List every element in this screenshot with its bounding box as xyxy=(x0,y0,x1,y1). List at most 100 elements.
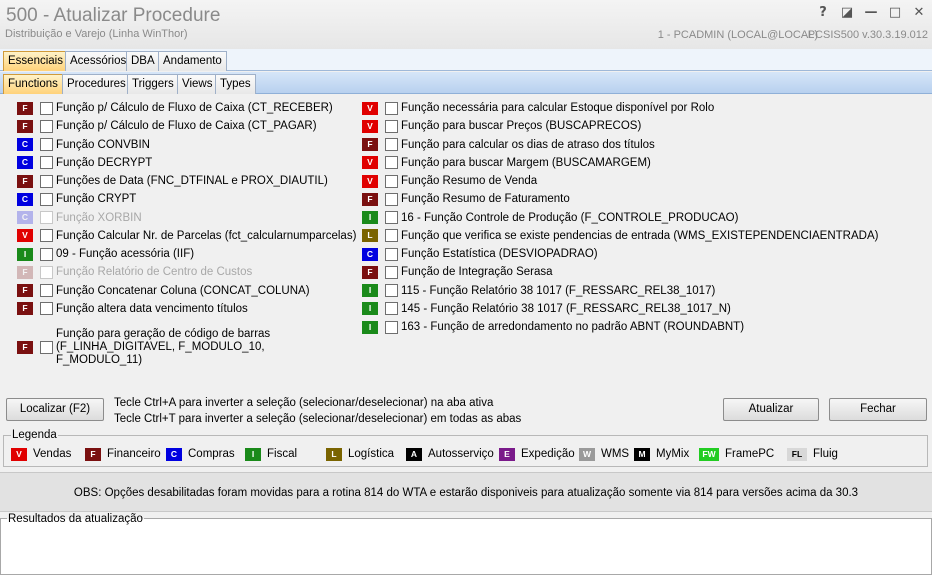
category-badge-icon: F xyxy=(17,119,33,133)
legend-badge-icon: V xyxy=(11,447,27,461)
function-item[interactable]: V Função para buscar Margem (BUSCAMARGEM) xyxy=(362,155,651,171)
function-checkbox[interactable] xyxy=(385,119,398,133)
function-item[interactable]: I 16 - Função Controle de Produção (F_CON… xyxy=(362,210,738,226)
legend-label: FramePC xyxy=(725,448,775,460)
category-badge-icon: V xyxy=(362,174,378,188)
tab-andamento[interactable]: Andamento xyxy=(158,51,227,71)
function-item[interactable]: V Função Resumo de Venda xyxy=(362,173,537,189)
window-title: 500 - Atualizar Procedure xyxy=(6,5,221,26)
tab-types[interactable]: Types xyxy=(215,74,256,94)
function-item[interactable]: F Função para geração de código de barras… xyxy=(17,325,270,369)
function-checkbox[interactable] xyxy=(40,229,53,243)
tab-procedures[interactable]: Procedures xyxy=(62,74,131,94)
function-checkbox[interactable] xyxy=(385,320,398,334)
legend-badge-icon: W xyxy=(579,447,595,461)
function-item[interactable]: I 09 - Função acessória (IIF) xyxy=(17,246,194,262)
tab-acessorios[interactable]: Acessórios xyxy=(65,51,132,71)
function-checkbox[interactable] xyxy=(385,265,398,279)
function-checkbox[interactable] xyxy=(385,284,398,297)
function-checkbox[interactable] xyxy=(40,247,53,261)
restore-icon[interactable]: ◪ xyxy=(838,4,856,22)
function-item[interactable]: F Função p/ Cálculo de Fluxo de Caixa (CT… xyxy=(17,100,333,116)
tab-triggers[interactable]: Triggers xyxy=(127,74,179,94)
function-item[interactable]: F Função altera data vencimento títulos xyxy=(17,301,248,317)
tab-functions[interactable]: Functions xyxy=(3,74,63,94)
localizar-button[interactable]: Localizar (F2) xyxy=(6,398,104,421)
legend-badge-icon: FW xyxy=(699,447,719,461)
function-item[interactable]: V Função Calcular Nr. de Parcelas (fct_ca… xyxy=(17,228,356,244)
legend-badge-icon: L xyxy=(326,447,342,461)
function-checkbox xyxy=(40,211,53,224)
function-checkbox xyxy=(40,265,53,279)
tab-views[interactable]: Views xyxy=(177,74,218,94)
window-controls: ? ◪ — □ ✕ xyxy=(814,4,928,22)
help-icon[interactable]: ? xyxy=(814,4,832,22)
results-box[interactable]: Resultados da atualização xyxy=(0,513,932,575)
category-badge-icon: F xyxy=(17,284,33,297)
function-label: Função necessária para calcular Estoque … xyxy=(401,102,715,114)
category-badge-icon: I xyxy=(362,284,378,297)
function-item[interactable]: C Função DECRYPT xyxy=(17,155,152,171)
function-item[interactable]: C Função CRYPT xyxy=(17,191,136,207)
legend-item: A Autosserviço xyxy=(406,447,494,461)
function-item[interactable]: I 145 - Função Relatório 38 1017 (F_RESSA… xyxy=(362,301,731,317)
function-item[interactable]: F Funções de Data (FNC_DTFINAL e PROX_DIA… xyxy=(17,173,328,189)
legend-label: Autosserviço xyxy=(428,448,494,460)
function-checkbox[interactable] xyxy=(385,192,398,206)
legend-label: Vendas xyxy=(33,448,72,460)
function-checkbox[interactable] xyxy=(385,174,398,188)
legend-label: WMS xyxy=(601,448,630,460)
function-checkbox[interactable] xyxy=(385,229,398,243)
function-item[interactable]: F Função Resumo de Faturamento xyxy=(362,191,570,207)
function-checkbox[interactable] xyxy=(40,192,53,206)
function-checkbox[interactable] xyxy=(40,284,53,297)
function-item[interactable]: F Função p/ Cálculo de Fluxo de Caixa (CT… xyxy=(17,118,317,134)
function-checkbox[interactable] xyxy=(385,156,398,170)
function-item[interactable]: F Função Concatenar Coluna (CONCAT_COLUNA… xyxy=(17,283,310,299)
function-checkbox[interactable] xyxy=(385,211,398,224)
function-item[interactable]: F Função para calcular os dias de atraso … xyxy=(362,137,655,153)
function-checkbox[interactable] xyxy=(40,101,53,115)
category-badge-icon: F xyxy=(362,138,378,151)
category-badge-icon: F xyxy=(362,265,378,279)
atualizar-button[interactable]: Atualizar xyxy=(723,398,819,421)
function-checkbox[interactable] xyxy=(385,101,398,115)
legend-item: M MyMix xyxy=(634,447,689,461)
function-checkbox[interactable] xyxy=(40,174,53,188)
function-checkbox[interactable] xyxy=(385,247,398,261)
legend-item: FW FramePC xyxy=(699,447,774,461)
function-checkbox[interactable] xyxy=(385,302,398,316)
tab-essenciais[interactable]: Essenciais xyxy=(3,51,68,71)
function-item[interactable]: C Função Estatística (DESVIOPADRAO) xyxy=(362,246,598,262)
function-item[interactable]: V Função necessária para calcular Estoque… xyxy=(362,100,714,116)
function-checkbox[interactable] xyxy=(40,302,53,316)
function-item[interactable]: I 163 - Função de arredondamento no padrã… xyxy=(362,319,744,335)
function-checkbox[interactable] xyxy=(40,340,53,354)
function-label: Função Estatística (DESVIOPADRAO) xyxy=(401,248,598,260)
function-checkbox[interactable] xyxy=(40,138,53,151)
function-item[interactable]: I 115 - Função Relatório 38 1017 (F_RESSA… xyxy=(362,283,715,299)
legend-item: FL Fluig xyxy=(787,447,838,461)
category-badge-icon: V xyxy=(362,156,378,170)
function-label: 16 - Função Controle de Produção (F_CONT… xyxy=(401,211,739,224)
legend-badge-icon: I xyxy=(245,447,261,461)
tab-dba[interactable]: DBA xyxy=(126,51,160,71)
close-icon[interactable]: ✕ xyxy=(910,4,928,22)
function-item[interactable]: C Função CONVBIN xyxy=(17,137,150,153)
function-item[interactable]: L Função que verifica se existe pendencia… xyxy=(362,228,878,244)
category-badge-icon: L xyxy=(362,229,378,243)
maximize-icon[interactable]: □ xyxy=(886,4,904,22)
function-label: Função p/ Cálculo de Fluxo de Caixa (CT_… xyxy=(56,120,317,133)
fechar-button[interactable]: Fechar xyxy=(829,398,927,421)
function-label: Função que verifica se existe pendencias… xyxy=(401,229,879,242)
minimize-icon[interactable]: — xyxy=(862,4,880,22)
function-item[interactable]: V Função para buscar Preços (BUSCAPRECOS) xyxy=(362,118,641,134)
function-checkbox[interactable] xyxy=(40,156,53,170)
function-checkbox[interactable] xyxy=(385,138,398,151)
category-badge-icon: I xyxy=(362,302,378,316)
function-item[interactable]: F Função de Integração Serasa xyxy=(362,264,553,280)
legend-item: F Financeiro xyxy=(85,447,161,461)
main-tab-bar: Essenciais Acessórios DBA Andamento xyxy=(0,49,932,71)
function-label: Função de Integração Serasa xyxy=(401,266,553,279)
function-checkbox[interactable] xyxy=(40,119,53,133)
